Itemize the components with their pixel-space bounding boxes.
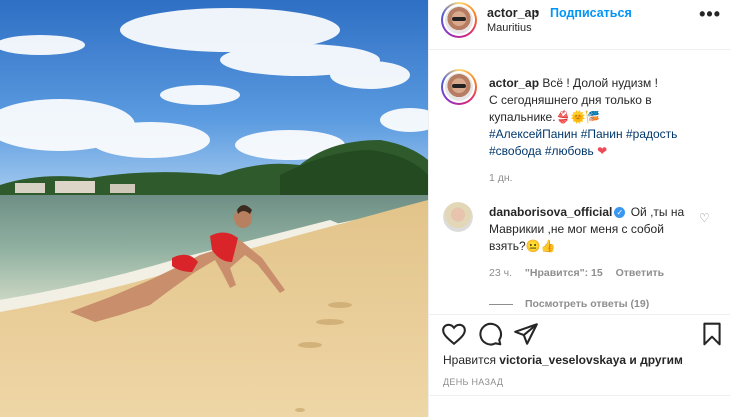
- heart-outline-icon[interactable]: [441, 321, 467, 347]
- caption-author-avatar[interactable]: [441, 69, 477, 105]
- view-replies-label: Посмотреть ответы (19): [525, 298, 650, 310]
- bookmark-icon[interactable]: [699, 321, 725, 347]
- post-header: actor_ap • Подписаться Mauritius •••: [429, 0, 730, 50]
- likes-user-link[interactable]: victoria_veselovskaya: [499, 353, 626, 367]
- caption-username[interactable]: actor_ap: [489, 76, 539, 90]
- comment-bubble-icon[interactable]: [477, 321, 503, 347]
- commenter-avatar[interactable]: [443, 202, 473, 232]
- add-comment-area[interactable]: [429, 395, 730, 417]
- caption-timestamp[interactable]: 1 дн.: [489, 172, 513, 184]
- header-separator: •: [535, 5, 540, 19]
- likes-prefix: Нравится: [443, 353, 496, 367]
- comment-like-heart-icon[interactable]: ♡: [699, 211, 710, 225]
- caption-text-line2: С сегодняшнего дня только в: [489, 93, 652, 107]
- comment-timestamp[interactable]: 23 ч.: [489, 267, 512, 279]
- paper-plane-icon[interactable]: [513, 321, 539, 347]
- beach-photo-image: [0, 0, 428, 417]
- post-date[interactable]: ДЕНЬ НАЗАД: [443, 377, 503, 387]
- post-caption: actor_ap Всё ! Долой нудизм ! С сегодняш…: [489, 75, 719, 160]
- commenter-username[interactable]: danaborisova_official: [489, 205, 612, 219]
- caption-text-line1: Всё ! Долой нудизм !: [542, 76, 658, 90]
- comment-item: danaborisova_official ✓ Ой ,ты на Маврики…: [489, 204, 694, 255]
- caption-text-line3: купальнике.👙🌞🎏: [489, 110, 601, 124]
- replies-divider: [489, 303, 513, 305]
- location-link[interactable]: Mauritius: [487, 22, 532, 34]
- view-replies-button[interactable]: Посмотреть ответы (19): [489, 298, 649, 310]
- comments-section: actor_ap Всё ! Долой нудизм ! С сегодняш…: [429, 51, 730, 313]
- follow-button[interactable]: Подписаться: [550, 6, 632, 20]
- caption-hashtags-line1[interactable]: #АлексейПанин #Панин #радость: [489, 127, 677, 141]
- likes-summary[interactable]: Нравится victoria_veselovskaya и другим: [443, 353, 683, 367]
- more-options-icon[interactable]: •••: [699, 4, 721, 25]
- post-photo[interactable]: [0, 0, 428, 417]
- caption-hashtags-line2[interactable]: #свобода #любовь: [489, 144, 594, 158]
- verified-badge-icon: ✓: [614, 207, 626, 219]
- likes-suffix[interactable]: и другим: [629, 353, 682, 367]
- comment-likes-count[interactable]: "Нравится": 15: [525, 267, 603, 279]
- post-actions-bar: [429, 314, 730, 354]
- comment-meta: 23 ч. "Нравится": 15 Ответить: [489, 267, 674, 279]
- author-username[interactable]: actor_ap: [487, 6, 539, 20]
- red-heart-emoji: ❤: [597, 144, 608, 158]
- reply-button[interactable]: Ответить: [616, 267, 665, 279]
- author-avatar[interactable]: [441, 2, 477, 38]
- post-side-panel: actor_ap • Подписаться Mauritius ••• act…: [428, 0, 730, 417]
